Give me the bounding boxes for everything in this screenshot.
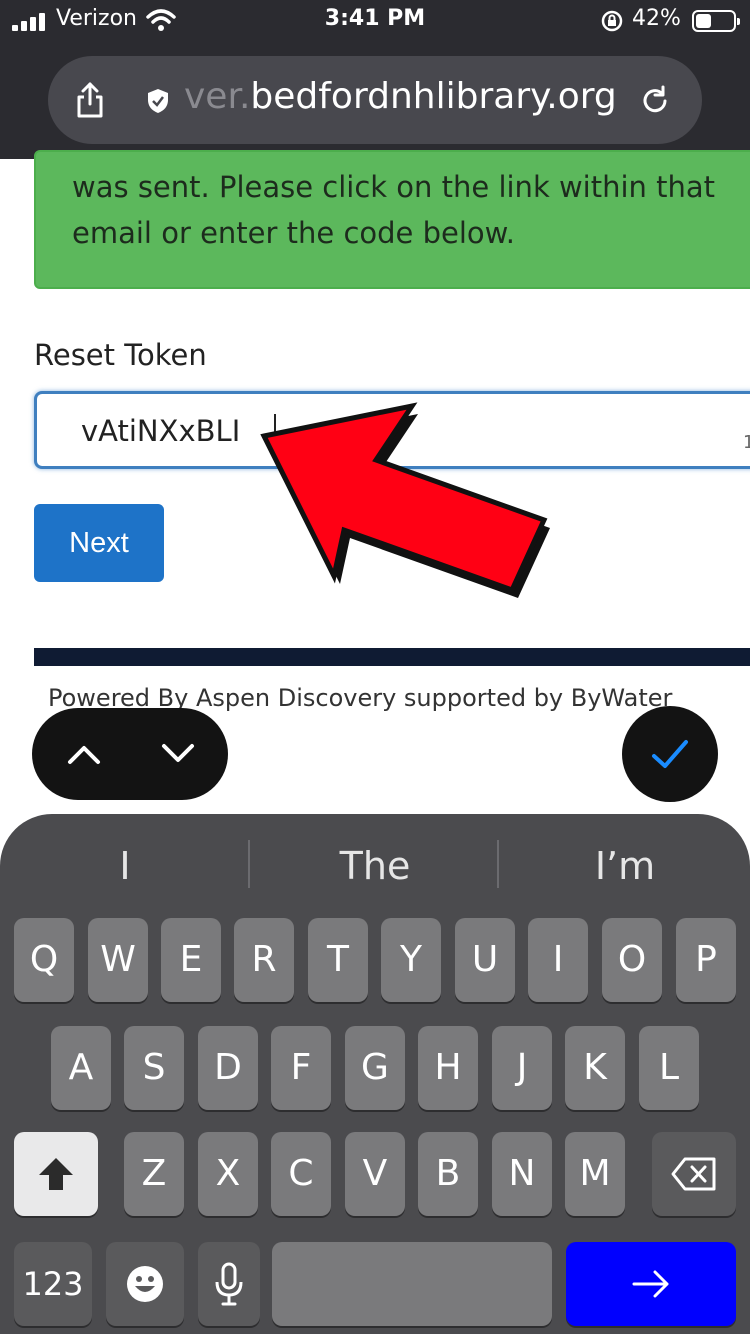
key-q[interactable]: Q — [14, 918, 74, 1002]
key-a[interactable]: A — [51, 1026, 111, 1110]
orientation-lock-icon — [601, 10, 623, 32]
next-button[interactable]: Next — [34, 504, 164, 582]
form-navigation-pill — [32, 708, 228, 800]
key-e[interactable]: E — [161, 918, 221, 1002]
share-icon[interactable] — [72, 80, 108, 120]
key-f[interactable]: F — [271, 1026, 331, 1110]
url-prefix: ver. — [184, 76, 251, 117]
shift-icon — [39, 1158, 73, 1190]
key-b[interactable]: B — [418, 1132, 478, 1216]
dictation-key[interactable] — [198, 1242, 260, 1326]
space-key[interactable] — [272, 1242, 552, 1326]
key-z[interactable]: Z — [124, 1132, 184, 1216]
red-arrow-annotation — [260, 402, 550, 598]
key-x[interactable]: X — [198, 1132, 258, 1216]
key-w[interactable]: W — [88, 918, 148, 1002]
reload-icon[interactable] — [638, 84, 672, 118]
key-h[interactable]: H — [418, 1026, 478, 1110]
reset-token-value: vAtiNXxBLI — [81, 414, 241, 448]
address-bar[interactable]: ver.bedfordnhlibrary.org — [48, 56, 702, 144]
go-key[interactable] — [566, 1242, 736, 1326]
suggestion-2[interactable]: The — [250, 838, 500, 894]
numbers-key[interactable]: 123 — [14, 1242, 92, 1326]
url-text[interactable]: ver.bedfordnhlibrary.org — [184, 76, 617, 117]
battery-fill — [696, 14, 711, 28]
success-alert: was sent. Please click on the link withi… — [34, 150, 750, 289]
chevron-down-icon[interactable] — [158, 736, 198, 772]
emoji-key[interactable] — [106, 1242, 184, 1326]
key-p[interactable]: P — [676, 918, 736, 1002]
footer-divider — [34, 648, 750, 666]
key-j[interactable]: J — [492, 1026, 552, 1110]
key-s[interactable]: S — [124, 1026, 184, 1110]
key-u[interactable]: U — [455, 918, 515, 1002]
key-n[interactable]: N — [492, 1132, 552, 1216]
browser-chrome: Verizon 3:41 PM 42% ver.bedfordnhlibrary… — [0, 0, 750, 159]
emoji-icon — [127, 1266, 163, 1302]
key-r[interactable]: R — [234, 918, 294, 1002]
url-domain: bedfordnhlibrary.org — [250, 76, 617, 117]
status-bar: Verizon 3:41 PM 42% — [0, 0, 750, 42]
shield-icon — [148, 89, 168, 113]
done-button[interactable] — [622, 706, 718, 802]
delete-key[interactable] — [652, 1132, 736, 1216]
key-i[interactable]: I — [528, 918, 588, 1002]
key-o[interactable]: O — [602, 918, 662, 1002]
key-k[interactable]: K — [565, 1026, 625, 1110]
key-y[interactable]: Y — [381, 918, 441, 1002]
shift-key[interactable] — [14, 1132, 98, 1216]
alert-message: was sent. Please click on the link withi… — [72, 170, 716, 250]
battery-percent: 42% — [632, 6, 681, 31]
key-l[interactable]: L — [639, 1026, 699, 1110]
on-screen-keyboard: I The I’m Q W E R T Y U I O P A S D F G … — [0, 814, 750, 1334]
key-d[interactable]: D — [198, 1026, 258, 1110]
suggestion-3[interactable]: I’m — [500, 838, 750, 894]
chevron-up-icon[interactable] — [64, 736, 104, 772]
key-t[interactable]: T — [308, 918, 368, 1002]
input-overflow-glyph: 1 — [743, 432, 750, 453]
microphone-icon — [215, 1262, 243, 1306]
checkmark-icon — [652, 740, 688, 768]
suggestion-1[interactable]: I — [0, 838, 250, 894]
backspace-icon — [671, 1157, 716, 1191]
battery-icon — [692, 10, 740, 32]
arrow-right-icon — [632, 1270, 669, 1298]
reset-token-label: Reset Token — [34, 338, 207, 372]
key-m[interactable]: M — [565, 1132, 625, 1216]
key-g[interactable]: G — [345, 1026, 405, 1110]
key-c[interactable]: C — [271, 1132, 331, 1216]
key-v[interactable]: V — [345, 1132, 405, 1216]
